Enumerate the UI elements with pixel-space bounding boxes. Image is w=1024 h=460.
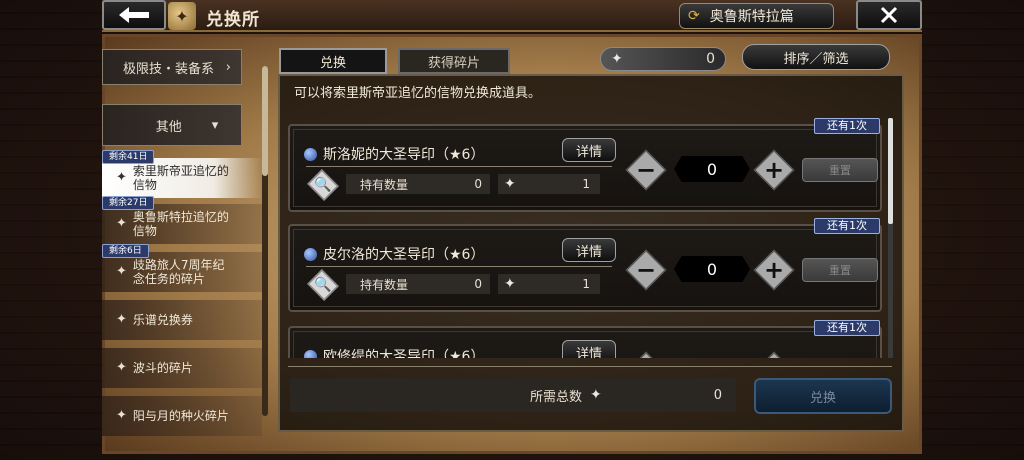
back-button[interactable] — [102, 0, 166, 30]
exchange-shop-icon: ✦ — [168, 2, 196, 30]
list-scroll-thumb[interactable] — [888, 118, 893, 224]
nav-item-anniversary-fragment[interactable]: 剩余6日 ✦ 歧路旅人7周年纪 念任务的碎片 — [102, 244, 262, 292]
reset-button[interactable]: 重置 — [802, 158, 878, 182]
nav-item-label: 波斗的碎片 — [132, 361, 193, 375]
remaining-count-badge: 还有1次 — [814, 320, 880, 336]
tab-obtain-fragments[interactable]: 获得碎片 — [398, 48, 510, 74]
page-title: 兑换所 — [206, 10, 260, 30]
exchange-item-card: 还有1次 皮尔洛的大圣导印（★6） 详情 🔍 持有数量 0 ✦ 1 − 0 + 重置 — [288, 218, 882, 312]
remaining-count-badge: 还有1次 — [814, 118, 880, 134]
token-icon: ✦ — [504, 276, 516, 292]
nav-scroll-thumb[interactable] — [262, 66, 268, 176]
item-name: 斯洛妮的大圣导印（★6） — [304, 144, 484, 164]
divider — [306, 166, 612, 167]
days-left-badge: 剩余6日 — [102, 244, 149, 258]
chevron-right-icon: › — [225, 59, 231, 75]
total-label: 所需总数 ✦ — [530, 387, 602, 405]
minus-icon: − — [635, 156, 657, 184]
chapter-select-button[interactable]: ⟳ 奥鲁斯特拉篇 — [679, 3, 834, 29]
back-arrow-icon — [119, 7, 149, 23]
sigil-icon — [304, 349, 317, 358]
detail-button[interactable]: 详情 — [562, 238, 616, 262]
token-icon: ✦ — [611, 51, 623, 67]
category-nav: 极限技・装备系 › 其他 ▾ 剩余41日 ✦ 索里斯帝亚追忆的 信物 剩余27日 … — [102, 34, 272, 454]
item-name: 欧修缇的大圣导印（★6） — [304, 346, 484, 358]
diamond-icon: ✦ — [116, 312, 127, 327]
token-icon: ✦ — [504, 176, 516, 192]
owned-count: 持有数量 0 — [346, 274, 490, 294]
currency-counter: ✦ 0 — [600, 47, 726, 71]
nav-item-label: 奥鲁斯特拉追忆的 信物 — [132, 210, 229, 238]
nav-item-score-voucher[interactable]: ✦ 乐谱兑换券 — [102, 300, 262, 340]
nav-item-battle-fragment[interactable]: ✦ 波斗的碎片 — [102, 348, 262, 388]
remaining-count-badge: 还有1次 — [814, 218, 880, 234]
reset-button[interactable]: 重置 — [802, 258, 878, 282]
nav-item-label: 歧路旅人7周年纪 念任务的碎片 — [132, 258, 225, 286]
token-icon: ✦ — [590, 387, 602, 403]
total-required: 所需总数 ✦ 0 — [290, 378, 736, 412]
diamond-icon: ✦ — [116, 216, 127, 231]
nav-item-label: 乐谱兑换券 — [132, 313, 193, 327]
detail-button[interactable]: 详情 — [562, 138, 616, 162]
plus-icon: + — [763, 256, 785, 284]
divider — [306, 266, 612, 267]
quantity-display: 0 — [674, 256, 750, 282]
nav-item-label: 阳与月的种火碎片 — [132, 409, 229, 423]
total-value: 0 — [713, 387, 722, 403]
nav-category-label: 极限技・装备系 — [123, 61, 215, 77]
sort-filter-button[interactable]: 排序／筛选 — [742, 44, 890, 70]
nav-scrollbar[interactable] — [262, 66, 268, 416]
cost: ✦ 1 — [498, 174, 600, 194]
description-text: 可以将索里斯帝亚追忆的信物兑换成道具。 — [294, 86, 542, 101]
exchange-button[interactable]: 兑换 — [754, 378, 892, 414]
item-name: 皮尔洛的大圣导印（★6） — [304, 244, 484, 264]
list-scrollbar[interactable] — [888, 118, 893, 358]
sigil-icon — [304, 247, 317, 261]
magnifier-icon[interactable]: 🔍 — [308, 172, 338, 198]
footer-divider — [288, 366, 892, 367]
nav-category-label: 其他 — [155, 119, 182, 135]
close-button[interactable] — [856, 0, 922, 30]
plus-icon: + — [763, 156, 785, 184]
close-icon — [880, 6, 898, 24]
exchange-item-card: 还有1次 斯洛妮的大圣导印（★6） 详情 🔍 持有数量 0 ✦ 1 − 0 + 重置 — [288, 118, 882, 212]
owned-count: 持有数量 0 — [346, 174, 490, 194]
days-left-badge: 剩余27日 — [102, 196, 155, 210]
diamond-icon: ✦ — [116, 264, 127, 279]
cost: ✦ 1 — [498, 274, 600, 294]
diamond-icon: ✦ — [116, 170, 127, 185]
chapter-label: 奥鲁斯特拉篇 — [709, 9, 794, 25]
nav-category-other[interactable]: 其他 ▾ — [102, 104, 242, 146]
magnifier-icon[interactable]: 🔍 — [308, 272, 338, 298]
minus-icon: − — [635, 256, 657, 284]
days-left-badge: 剩余41日 — [102, 150, 155, 164]
diamond-icon: ✦ — [116, 360, 127, 375]
chevron-down-icon: ▾ — [211, 117, 219, 133]
exchange-item-card: 还有1次 欧修缇的大圣导印（★6） 详情 — [288, 320, 882, 358]
quantity-display: 0 — [674, 156, 750, 182]
nav-item-label: 索里斯帝亚追忆的 信物 — [132, 164, 229, 192]
diamond-icon: ✦ — [116, 408, 127, 423]
currency-value: 0 — [706, 51, 715, 67]
sigil-icon — [304, 147, 317, 161]
exchange-list: 还有1次 斯洛妮的大圣导印（★6） 详情 🔍 持有数量 0 ✦ 1 − 0 + 重置… — [280, 110, 888, 358]
nav-category-skills-equipment[interactable]: 极限技・装备系 › — [102, 49, 242, 85]
nav-item-orsterra-token[interactable]: 剩余27日 ✦ 奥鲁斯特拉追忆的 信物 — [102, 196, 262, 244]
tab-exchange[interactable]: 兑换 — [279, 48, 387, 74]
cycle-icon: ⟳ — [688, 8, 700, 24]
nav-item-sun-moon-fragment[interactable]: ✦ 阳与月的种火碎片 — [102, 396, 262, 436]
nav-item-solistia-token[interactable]: 剩余41日 ✦ 索里斯帝亚追忆的 信物 — [102, 150, 262, 198]
detail-button[interactable]: 详情 — [562, 340, 616, 358]
